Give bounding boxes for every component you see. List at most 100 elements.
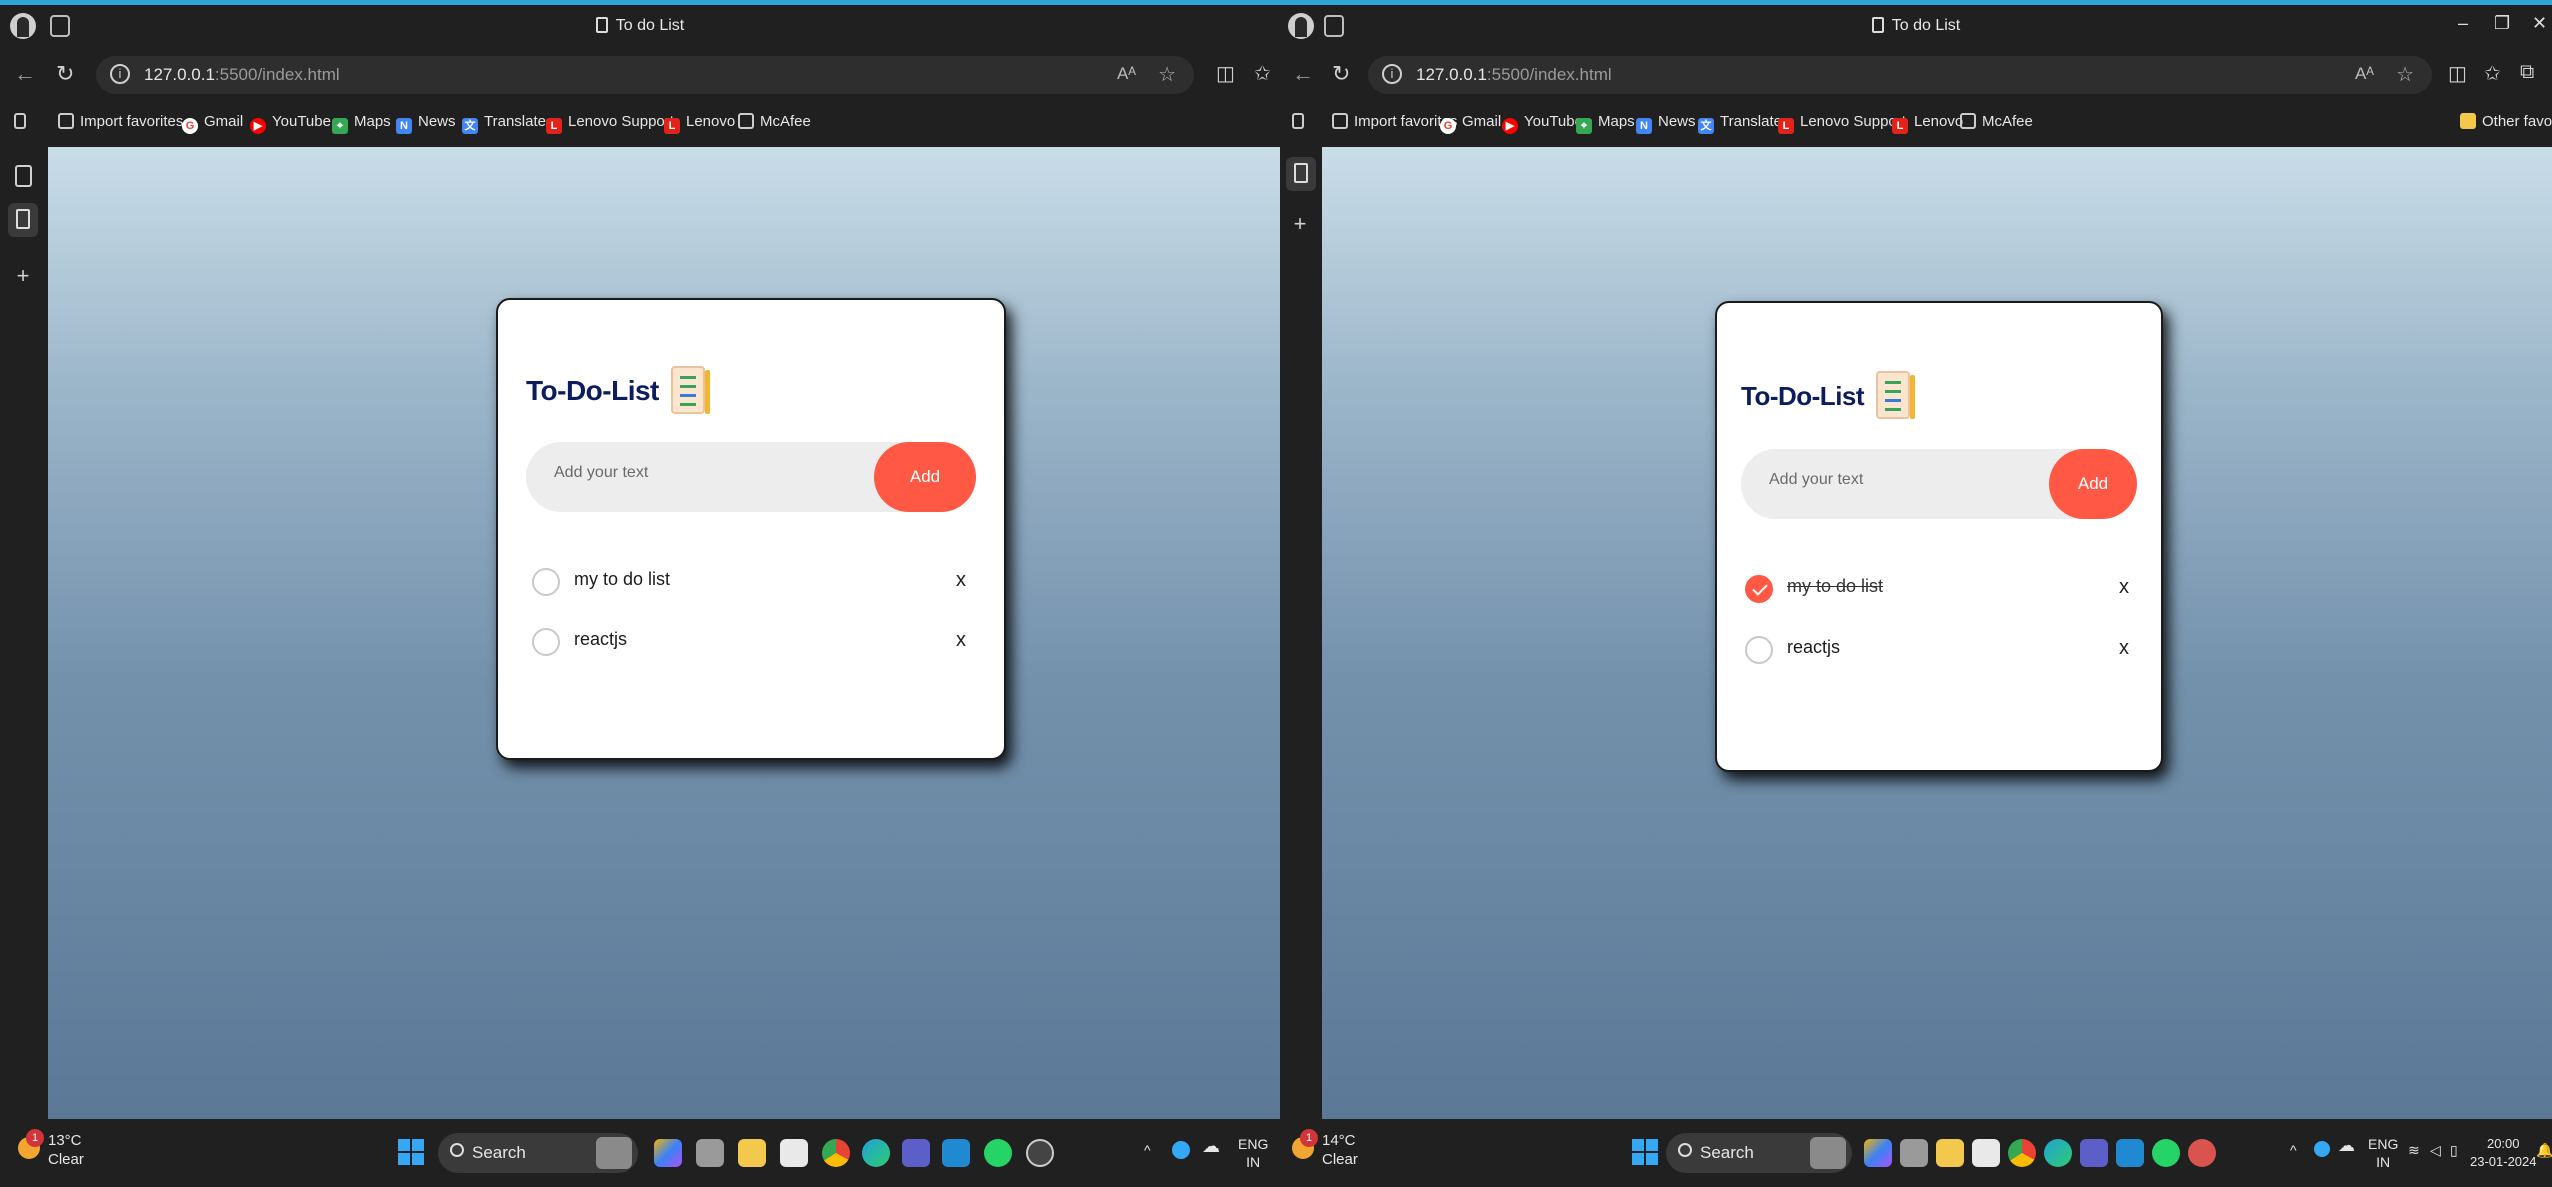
split-screen-icon[interactable]: ◫ — [2448, 61, 2467, 86]
windows-start-icon[interactable] — [1632, 1139, 1658, 1165]
bookmark-import-favorites[interactable]: Import favorites — [1332, 113, 1457, 130]
teams-icon[interactable] — [902, 1139, 930, 1167]
site-info-icon[interactable]: i — [1382, 64, 1402, 84]
todo-item[interactable]: reactjs x — [532, 624, 970, 664]
notification-bell-icon[interactable]: 🔔 — [2536, 1141, 2552, 1159]
whatsapp-icon[interactable] — [984, 1139, 1012, 1167]
todo-item[interactable]: my to do list x — [1745, 571, 2133, 611]
bookmark-gmail[interactable]: G Gmail — [182, 113, 243, 134]
taskbar-search[interactable]: Search — [1666, 1133, 1852, 1173]
url-field[interactable]: i 127.0.0.1:5500/index.html Aᴬ ☆ — [1368, 56, 2432, 94]
vscode-icon[interactable] — [942, 1139, 970, 1167]
favorites-icon[interactable]: ✩ — [2484, 61, 2501, 86]
onedrive-cloud-icon[interactable]: ☁ — [2338, 1137, 2355, 1155]
new-tab-plus-icon[interactable]: + — [1290, 211, 1310, 236]
delete-button[interactable]: x — [2119, 637, 2129, 660]
bookmark-news[interactable]: N News — [1636, 113, 1696, 134]
sidebar-tab-active[interactable] — [1286, 157, 1316, 191]
clock[interactable]: 20:00 23-01-2024 — [2470, 1135, 2537, 1171]
add-button[interactable]: Add — [2049, 449, 2137, 519]
todo-item[interactable]: reactjs x — [1745, 632, 2133, 672]
store-icon[interactable] — [1972, 1139, 2000, 1167]
edge-icon[interactable] — [862, 1139, 890, 1167]
tray-app-icon[interactable] — [2314, 1141, 2330, 1157]
new-tab-plus-icon[interactable]: + — [13, 263, 33, 288]
onedrive-cloud-icon[interactable]: ☁ — [1202, 1137, 1220, 1155]
bookmark-maps[interactable]: ⌖ Maps — [1576, 113, 1635, 134]
task-view-icon[interactable] — [1900, 1139, 1928, 1167]
windows-start-icon[interactable] — [398, 1139, 424, 1165]
back-icon[interactable]: ← — [14, 61, 36, 87]
copilot-icon[interactable] — [654, 1139, 682, 1167]
wifi-icon[interactable]: ≋ — [2408, 1141, 2420, 1159]
taskbar-search[interactable]: Search — [438, 1133, 638, 1173]
bookmark-youtube[interactable]: ▶ YouTube — [1502, 113, 1583, 134]
bookmark-lenovo-support[interactable]: L Lenovo Support — [546, 113, 674, 134]
refresh-icon[interactable]: ↻ — [1332, 61, 1350, 87]
bookmark-news[interactable]: N News — [396, 113, 456, 134]
unchecked-circle-icon[interactable] — [532, 628, 560, 656]
restore-icon[interactable]: ❐ — [2494, 13, 2510, 34]
close-icon[interactable]: ✕ — [2532, 13, 2547, 34]
copilot-icon[interactable] — [1864, 1139, 1892, 1167]
edge-icon[interactable] — [2044, 1139, 2072, 1167]
favorites-icon[interactable]: ✩ — [1254, 61, 1271, 86]
task-input[interactable] — [1769, 471, 2069, 489]
url-field[interactable]: i 127.0.0.1:5500/index.html Aᴬ ☆ — [96, 56, 1194, 94]
bookmark-translate[interactable]: 文 Translate — [1698, 113, 1782, 134]
volume-icon[interactable]: ◁ — [2430, 1141, 2441, 1159]
tray-chevron-up-icon[interactable]: ^ — [2290, 1141, 2297, 1159]
unchecked-circle-icon[interactable] — [532, 568, 560, 596]
delete-button[interactable]: x — [956, 629, 966, 652]
unchecked-circle-icon[interactable] — [1745, 636, 1773, 664]
split-screen-icon[interactable]: ◫ — [1216, 61, 1235, 86]
add-button[interactable]: Add — [874, 442, 976, 512]
favorite-star-icon[interactable]: ☆ — [1158, 62, 1176, 87]
battery-icon[interactable]: ▯ — [2450, 1141, 2458, 1159]
sidebar-tab-page-icon[interactable] — [15, 165, 32, 187]
tab-title[interactable]: To do List — [0, 17, 1280, 35]
task-input[interactable] — [554, 464, 854, 482]
language-indicator[interactable]: ENG IN — [1238, 1135, 1268, 1171]
task-view-icon[interactable] — [696, 1139, 724, 1167]
bookmark-gmail[interactable]: G Gmail — [1440, 113, 1501, 134]
favorite-star-icon[interactable]: ☆ — [2396, 62, 2414, 87]
bookmarks-menu-icon[interactable] — [1292, 113, 1310, 130]
store-icon[interactable] — [780, 1139, 808, 1167]
checked-circle-icon[interactable] — [1745, 575, 1773, 603]
sidebar-tab-active[interactable] — [8, 203, 38, 237]
language-indicator[interactable]: ENG IN — [2368, 1135, 2398, 1171]
back-icon[interactable]: ← — [1292, 61, 1314, 87]
bookmark-lenovo-support[interactable]: L Lenovo Support — [1778, 113, 1906, 134]
chrome-icon[interactable] — [822, 1139, 850, 1167]
bookmark-lenovo[interactable]: L Lenovo — [1892, 113, 1963, 134]
bookmark-maps[interactable]: ⌖ Maps — [332, 113, 391, 134]
read-aloud-icon[interactable]: Aᴬ — [1117, 64, 1136, 84]
bookmark-translate[interactable]: 文 Translate — [462, 113, 546, 134]
todo-item[interactable]: my to do list x — [532, 564, 970, 604]
teams-icon[interactable] — [2080, 1139, 2108, 1167]
chrome-icon[interactable] — [2008, 1139, 2036, 1167]
site-info-icon[interactable]: i — [110, 64, 130, 84]
bookmark-other-favorites[interactable]: Other favorites — [2460, 113, 2552, 130]
delete-button[interactable]: x — [2119, 576, 2129, 599]
whatsapp-icon[interactable] — [2152, 1139, 2180, 1167]
tray-chevron-up-icon[interactable]: ^ — [1144, 1141, 1151, 1159]
media-player-icon[interactable] — [2188, 1139, 2216, 1167]
tray-app-icon[interactable] — [1172, 1141, 1190, 1159]
collections-icon[interactable]: ⧉ — [2520, 61, 2534, 84]
bookmark-mcafee[interactable]: McAfee — [1960, 113, 2033, 130]
bookmarks-menu-icon[interactable] — [14, 113, 32, 130]
refresh-icon[interactable]: ↻ — [56, 61, 74, 87]
bookmark-import-favorites[interactable]: Import favorites — [58, 113, 183, 130]
file-explorer-icon[interactable] — [1936, 1139, 1964, 1167]
bookmark-youtube[interactable]: ▶ YouTube — [250, 113, 331, 134]
bookmark-lenovo[interactable]: L Lenovo — [664, 113, 735, 134]
file-explorer-icon[interactable] — [738, 1139, 766, 1167]
delete-button[interactable]: x — [956, 569, 966, 592]
tab-title[interactable]: To do List — [1280, 17, 2552, 35]
media-player-icon[interactable] — [1026, 1139, 1054, 1167]
bookmark-mcafee[interactable]: McAfee — [738, 113, 811, 130]
minimize-icon[interactable]: – — [2458, 13, 2468, 34]
read-aloud-icon[interactable]: Aᴬ — [2355, 64, 2374, 84]
